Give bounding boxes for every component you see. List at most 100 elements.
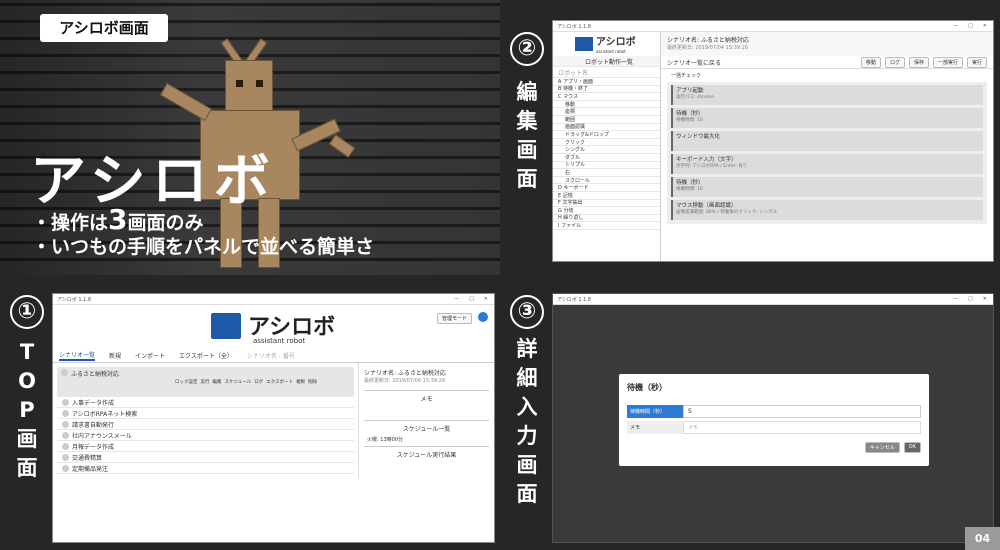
scenario-action-button[interactable]: 削除 bbox=[308, 379, 317, 385]
memo-label: メモ bbox=[627, 421, 683, 434]
action-block[interactable]: 待機（秒） 待機時間: 10 bbox=[671, 177, 983, 197]
edit-window: アシロボ 1.1.8— □ ✕ アシロボ assistant robot ロボット動作… bbox=[552, 20, 994, 262]
scenario-action-button[interactable]: 実行 bbox=[201, 379, 210, 385]
schedule-item[interactable]: 火曜: 13時00分 bbox=[364, 433, 489, 446]
minimize-icon[interactable]: — bbox=[454, 296, 459, 302]
edit-titlebar: アシロボ 1.1.8— □ ✕ bbox=[553, 21, 993, 32]
admin-mode-button[interactable]: 管理モード bbox=[436, 313, 472, 324]
logo-icon bbox=[575, 37, 593, 51]
scenario-number-icon bbox=[62, 431, 69, 439]
scenario-row[interactable]: 交通費精算 bbox=[57, 452, 354, 463]
group-check[interactable]: 一括チェック bbox=[661, 69, 993, 82]
action-block-title: 待機（秒） bbox=[676, 180, 704, 186]
action-block-title: マウス移動（画面認識） bbox=[676, 203, 737, 209]
close-icon[interactable]: ✕ bbox=[983, 296, 987, 302]
memo-input[interactable]: メモ bbox=[683, 421, 921, 434]
action-block-detail: 実行パス: chrome bbox=[676, 95, 714, 100]
tab-export-all[interactable]: エクスポート（全） bbox=[179, 351, 233, 360]
scenario-row[interactable]: 社内アナウンスメール bbox=[57, 430, 354, 441]
step-2-label: 編集画面 bbox=[516, 80, 538, 191]
tab-new[interactable]: 新規 bbox=[109, 351, 121, 360]
logo-icon bbox=[211, 313, 241, 339]
scenario-number-icon bbox=[62, 453, 69, 461]
scenario-detail: シナリオ名: ふるさと納税対応 最終更新日: 2019/07/04 15:39:… bbox=[358, 363, 494, 478]
hero-panel: アシロボ画面 アシロボ ・操作は3画面のみ ・いつもの手順をパネルで並べる簡単さ bbox=[0, 0, 500, 275]
step-1-number: ① bbox=[10, 295, 44, 329]
action-block[interactable]: ウィンドウ最大化 bbox=[671, 131, 983, 151]
action-block[interactable]: アプリ起動 実行パス: chrome bbox=[671, 85, 983, 105]
action-block[interactable]: 待機（秒） 待機時間: 10 bbox=[671, 108, 983, 128]
action-block-title: ウィンドウ最大化 bbox=[676, 134, 721, 140]
scenario-editor: シナリオ名: ふるさと納税対応 最終更新日: 2019/07/04 15:39:… bbox=[661, 32, 993, 261]
scenario-row[interactable]: アシロボRPAネット検索 bbox=[57, 408, 354, 419]
scenario-action-button[interactable]: ロック設定 bbox=[175, 379, 198, 385]
top-titlebar: アシロボ 1.1.8— □ ✕ bbox=[53, 294, 494, 305]
move-button[interactable]: 移動 bbox=[860, 56, 881, 68]
scenario-list: ふるさと納税対応 ロック設定 実行 編集 スケジュール ログ エクスポート 複製 削除 入事デ… bbox=[53, 363, 358, 478]
close-icon[interactable]: ✕ bbox=[484, 296, 488, 302]
action-block[interactable]: マウス移動（画面認識） 画像認識範囲: 80% / 移動後のクリック: シングル bbox=[671, 200, 983, 220]
action-block-title: キーボード入力（文字） bbox=[676, 157, 737, 163]
block-list: アプリ起動 実行パス: chrome 待機（秒） 待機時間: 10 ウィンドウ最大化 キー… bbox=[667, 82, 987, 224]
maximize-icon[interactable]: □ bbox=[968, 23, 973, 29]
action-block-title: 待機（秒） bbox=[676, 111, 704, 117]
detail-titlebar: アシロボ 1.1.8— □ ✕ bbox=[553, 294, 993, 305]
action-block-detail: 待機時間: 10 bbox=[676, 187, 703, 192]
page-number: 04 bbox=[965, 527, 1000, 550]
logo-subtitle: assistant robot bbox=[253, 337, 306, 345]
action-tree-item[interactable]: I ファイル bbox=[553, 222, 660, 230]
schedule-header: スケジュール一覧 bbox=[364, 420, 489, 433]
scenario-number-icon bbox=[62, 442, 69, 450]
maximize-icon[interactable]: □ bbox=[968, 296, 973, 302]
scenario-row[interactable]: 月報データ作成 bbox=[57, 441, 354, 452]
log-button[interactable]: ログ bbox=[884, 56, 905, 68]
wait-seconds-label: 待機時間（秒） bbox=[627, 405, 683, 418]
top-tabs: シナリオ一覧 新規 インポート エクスポート（全） シナリオ名 - 番号 bbox=[53, 349, 494, 363]
step-3-number: ③ bbox=[510, 295, 544, 329]
run-button[interactable]: 実行 bbox=[966, 56, 987, 68]
tab-import[interactable]: インポート bbox=[135, 351, 165, 360]
scenario-search-input[interactable]: シナリオ名 - 番号 bbox=[247, 351, 295, 360]
schedule-result-header: スケジュール実行結果 bbox=[364, 446, 489, 459]
step-1-label: TOP画面 bbox=[16, 340, 38, 480]
wait-dialog: 待機（秒） 待機時間（秒） 5 メモ メモ キャンセル OK bbox=[619, 374, 929, 466]
scenario-row-selected[interactable]: ふるさと納税対応 ロック設定 実行 編集 スケジュール ログ エクスポート 複製 削除 bbox=[57, 367, 354, 397]
dialog-title: 待機（秒） bbox=[627, 383, 667, 392]
scenario-number-icon bbox=[62, 464, 69, 472]
wait-seconds-input[interactable]: 5 bbox=[683, 405, 921, 418]
minimize-icon[interactable]: — bbox=[953, 296, 958, 302]
action-search-input[interactable]: ロボット名 bbox=[553, 67, 660, 78]
scenario-action-button[interactable]: スケジュール bbox=[225, 379, 252, 385]
scenario-updated: 最終更新日: 2019/07/04 15:39:26 bbox=[667, 45, 749, 51]
partial-run-button[interactable]: 一部実行 bbox=[932, 56, 963, 68]
scenario-row[interactable]: 定期備品発注 bbox=[57, 463, 354, 474]
maximize-icon[interactable]: □ bbox=[469, 296, 474, 302]
top-window: アシロボ 1.1.8— □ ✕ アシロボ assistant robot 管理モード… bbox=[52, 293, 495, 543]
detail-updated: 最終更新日: 2019/07/04 15:39:26 bbox=[364, 378, 446, 384]
top-header: アシロボ assistant robot 管理モード bbox=[53, 305, 494, 349]
hero-bullet-2: ・いつもの手順をパネルで並べる簡単さ bbox=[32, 236, 375, 258]
back-button[interactable]: シナリオ一覧に戻る bbox=[667, 58, 721, 67]
action-tree: A アプリ・画面 B 待機・終了 C マウス 移動 座標 範囲 画面認識 ドラッグ&ドロップク… bbox=[553, 78, 660, 230]
tab-scenario-list[interactable]: シナリオ一覧 bbox=[59, 350, 96, 361]
scenario-action-button[interactable]: 編集 bbox=[213, 379, 222, 385]
cancel-button[interactable]: キャンセル bbox=[864, 442, 900, 453]
scenario-name: シナリオ名: ふるさと納税対応 bbox=[667, 37, 749, 44]
scenario-action-button[interactable]: ログ bbox=[254, 379, 263, 385]
scenario-number-icon bbox=[62, 420, 69, 428]
scenario-action-button[interactable]: エクスポート bbox=[266, 379, 293, 385]
detail-name: シナリオ名: ふるさと納税対応 bbox=[364, 370, 446, 377]
scenario-row[interactable]: 入事データ作成 bbox=[57, 397, 354, 408]
close-icon[interactable]: ✕ bbox=[983, 23, 987, 29]
action-block-detail: 待機時間: 10 bbox=[676, 118, 703, 123]
save-button[interactable]: 保存 bbox=[908, 56, 929, 68]
settings-icon[interactable] bbox=[478, 312, 488, 322]
panel-title: ロボット動作一覧 bbox=[553, 56, 660, 67]
scenario-action-button[interactable]: 複製 bbox=[296, 379, 305, 385]
scenario-row[interactable]: 請求書自動発行 bbox=[57, 419, 354, 430]
action-block-detail: 文字列: アシロボRPA / Enter: 有り bbox=[676, 164, 748, 169]
minimize-icon[interactable]: — bbox=[953, 23, 958, 29]
action-block[interactable]: キーボード入力（文字） 文字列: アシロボRPA / Enter: 有り bbox=[671, 154, 983, 174]
action-panel: アシロボ assistant robot ロボット動作一覧 ロボット名 A アプリ… bbox=[553, 32, 661, 261]
ok-button[interactable]: OK bbox=[903, 442, 921, 453]
